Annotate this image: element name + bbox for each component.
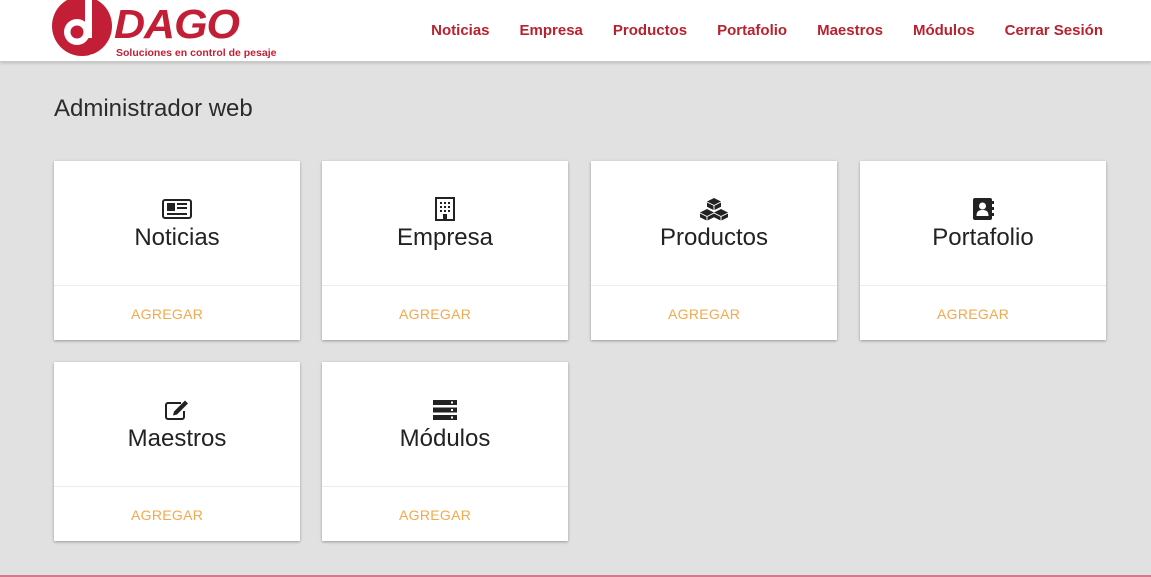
nav-link-noticias[interactable]: Noticias [431, 21, 489, 41]
add-empresa-button[interactable]: AGREGAR [399, 306, 471, 322]
add-maestros-button[interactable]: AGREGAR [131, 507, 203, 523]
card-footer: AGREGAR [591, 285, 837, 340]
add-noticias-button[interactable]: AGREGAR [131, 306, 203, 322]
add-portafolio-button[interactable]: AGREGAR [937, 306, 1009, 322]
card-empresa: Empresa AGREGAR [322, 161, 568, 340]
nav-link-portafolio[interactable]: Portafolio [717, 21, 787, 41]
dago-logo-mark [52, 0, 114, 58]
card-footer: AGREGAR [322, 285, 568, 340]
dago-logo[interactable]: DAGO Soluciones en control de pesaje [50, 0, 280, 62]
card-noticias: Noticias AGREGAR [54, 161, 300, 340]
card-header: Módulos [322, 362, 568, 486]
brand-tagline: Soluciones en control de pesaje [116, 47, 277, 59]
cubes-icon [591, 197, 837, 221]
page-title: Administrador web [54, 95, 253, 122]
card-productos: Productos AGREGAR [591, 161, 837, 340]
nav-link-maestros[interactable]: Maestros [817, 21, 883, 41]
newspaper-icon [54, 197, 300, 221]
add-modulos-button[interactable]: AGREGAR [399, 507, 471, 523]
address-book-icon [860, 197, 1106, 221]
card-title: Módulos [399, 425, 491, 452]
brand-name: DAGO [114, 1, 240, 47]
card-footer: AGREGAR [322, 486, 568, 541]
card-header: Noticias [54, 161, 300, 285]
card-header: Productos [591, 161, 837, 285]
card-title: Maestros [127, 425, 227, 452]
server-icon [322, 398, 568, 422]
card-footer: AGREGAR [860, 285, 1106, 340]
card-footer: AGREGAR [54, 285, 300, 340]
nav-link-empresa[interactable]: Empresa [520, 21, 583, 41]
card-header: Empresa [322, 161, 568, 285]
card-footer: AGREGAR [54, 486, 300, 541]
nav-link-cerrar-sesion[interactable]: Cerrar Sesión [1005, 21, 1103, 41]
card-header: Portafolio [860, 161, 1106, 285]
card-maestros: Maestros AGREGAR [54, 362, 300, 541]
main-nav: Noticias Empresa Productos Portafolio Ma… [401, 21, 1103, 41]
edit-icon [54, 398, 300, 422]
card-portafolio: Portafolio AGREGAR [860, 161, 1106, 340]
nav-link-modulos[interactable]: Módulos [913, 21, 975, 41]
card-title: Productos [659, 224, 769, 251]
building-icon [322, 197, 568, 221]
card-header: Maestros [54, 362, 300, 486]
card-title: Portafolio [932, 224, 1034, 251]
card-title: Noticias [134, 224, 220, 251]
card-modulos: Módulos AGREGAR [322, 362, 568, 541]
card-title: Empresa [396, 224, 494, 251]
nav-link-productos[interactable]: Productos [613, 21, 687, 41]
add-productos-button[interactable]: AGREGAR [668, 306, 740, 322]
header: DAGO Soluciones en control de pesaje Not… [0, 0, 1151, 62]
